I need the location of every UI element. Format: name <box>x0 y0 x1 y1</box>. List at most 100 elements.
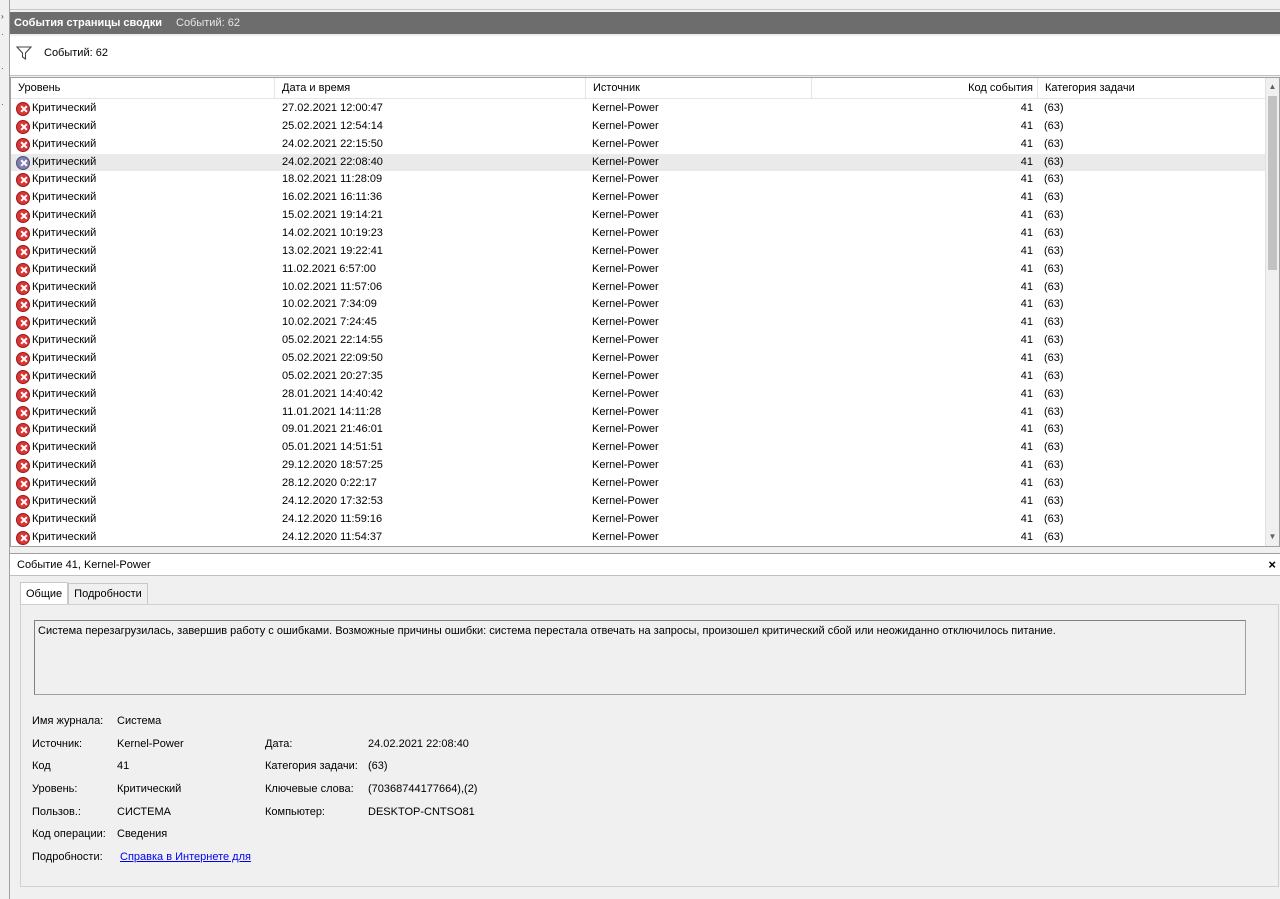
prop-opcode-value[interactable]: Сведения <box>117 828 167 840</box>
table-row[interactable]: Критический 16.02.2021 16:11:36 Kernel-Pow… <box>11 189 1267 207</box>
table-row[interactable]: Критический 10.02.2021 7:24:45 Kernel-Powe… <box>11 314 1267 332</box>
row-category: (63) <box>1044 227 1064 240</box>
table-row[interactable]: Критический 29.12.2020 18:57:25 Kernel-Pow… <box>11 457 1267 475</box>
row-level-cell: Критический <box>16 529 96 546</box>
prop-log-value[interactable]: Система <box>117 715 161 727</box>
table-row[interactable]: Критический 18.02.2021 11:28:09 Kernel-Pow… <box>11 171 1267 189</box>
table-row[interactable]: Критический 10.02.2021 11:57:06 Kernel-Pow… <box>11 279 1267 297</box>
row-category: (63) <box>1044 387 1064 400</box>
row-level: Критический <box>32 280 97 293</box>
row-code: 41 <box>1020 155 1033 168</box>
tab-general[interactable]: Общие <box>20 582 69 604</box>
details-tabs: Общие Подробности <box>20 582 148 604</box>
table-row[interactable]: Критический 05.02.2021 22:09:50 Kernel-Pow… <box>11 350 1267 368</box>
table-row[interactable]: Критический 25.02.2021 12:54:14 Kernel-Pow… <box>11 118 1267 136</box>
row-level-cell: Критический <box>16 439 96 457</box>
column-header-source[interactable]: Источник <box>586 78 812 99</box>
column-header-level[interactable]: Уровень <box>11 78 275 99</box>
table-row[interactable]: Критический 11.01.2021 14:11:28 Kernel-Pow… <box>11 404 1267 422</box>
row-level: Критический <box>32 119 97 132</box>
row-level: Критический <box>32 298 97 311</box>
prop-code-label: Код <box>32 760 51 773</box>
column-header-category[interactable]: Категория задачи <box>1038 78 1267 99</box>
row-category: (63) <box>1044 477 1064 490</box>
scroll-down-arrow-icon[interactable]: ▼ <box>1266 530 1279 544</box>
tab-details[interactable]: Подробности <box>68 583 148 604</box>
row-level: Критический <box>32 191 97 204</box>
row-source: Kernel-Power <box>592 477 659 490</box>
prop-code-value[interactable]: 41 <box>117 760 129 772</box>
row-source: Kernel-Power <box>592 530 659 543</box>
prop-source-value[interactable]: Kernel-Power <box>117 738 184 750</box>
table-row[interactable]: Критический 27.02.2021 12:00:47 Kernel-Pow… <box>11 100 1267 118</box>
row-level: Критический <box>32 441 97 454</box>
table-row[interactable]: Критический 05.01.2021 14:51:51 Kernel-Pow… <box>11 439 1267 457</box>
prop-category-value[interactable]: (63) <box>368 760 388 772</box>
row-date: 18.02.2021 11:28:09 <box>282 173 383 186</box>
table-row[interactable]: Критический 05.02.2021 22:14:55 Kernel-Pow… <box>11 332 1267 350</box>
prop-row: Пользов.: СИСТЕМА Компьютер: DESKTOP-CNT… <box>32 802 932 825</box>
row-date: 27.02.2021 12:00:47 <box>282 102 383 114</box>
critical-error-icon <box>16 512 30 527</box>
table-row[interactable]: Критический 24.12.2020 17:32:53 Kernel-Pow… <box>11 493 1267 511</box>
row-category: (63) <box>1044 423 1064 436</box>
table-row[interactable]: Критический 09.01.2021 21:46:01 Kernel-Pow… <box>11 421 1267 439</box>
summary-title-bar: События страницы сводки Событий: 62 <box>10 12 1280 34</box>
row-date: 15.02.2021 19:14:21 <box>282 209 383 222</box>
page-title: События страницы сводки <box>14 17 162 29</box>
scroll-thumb[interactable] <box>1268 96 1277 270</box>
row-level-cell: Критический <box>16 350 96 368</box>
row-level-cell: Критический <box>16 332 96 350</box>
table-row[interactable]: Критический 24.02.2021 22:15:50 Kernel-Pow… <box>11 136 1267 154</box>
column-header-date[interactable]: Дата и время <box>275 78 586 99</box>
row-code: 41 <box>1020 191 1033 204</box>
table-row[interactable]: Критический 15.02.2021 19:14:21 Kernel-Pow… <box>11 207 1267 225</box>
prop-row: Подробности: Справка в Интернете для <box>32 847 932 870</box>
row-source: Kernel-Power <box>592 119 659 132</box>
row-category: (63) <box>1044 119 1064 132</box>
table-row[interactable]: Критический 28.12.2020 0:22:17 Kernel-Powe… <box>11 475 1267 493</box>
table-row[interactable]: Критический 24.12.2020 11:59:16 Kernel-Pow… <box>11 511 1267 529</box>
column-header-code[interactable]: Код события <box>812 78 1038 99</box>
grid-vertical-scrollbar[interactable]: ▲ ▼ <box>1265 78 1279 546</box>
row-level: Критический <box>32 155 97 168</box>
prop-computer-value[interactable]: DESKTOP-CNTSO81 <box>368 806 475 818</box>
table-row[interactable]: Критический 13.02.2021 19:22:41 Kernel-Pow… <box>11 243 1267 261</box>
table-row[interactable]: Критический 05.02.2021 20:27:35 Kernel-Pow… <box>11 368 1267 386</box>
prop-keywords-value[interactable]: (70368744177664),(2) <box>368 783 477 795</box>
close-icon[interactable]: × <box>1268 557 1276 572</box>
online-help-link[interactable]: Справка в Интернете для <box>120 851 251 863</box>
row-date: 09.01.2021 21:46:01 <box>282 423 383 436</box>
row-category: (63) <box>1044 298 1064 311</box>
row-date: 24.02.2021 22:15:50 <box>282 137 383 150</box>
table-row[interactable]: Критический 24.12.2020 11:54:37 Kernel-Pow… <box>11 529 1267 546</box>
row-source: Kernel-Power <box>592 316 659 329</box>
prop-more-label: Подробности: <box>32 851 103 864</box>
critical-error-icon <box>16 262 30 277</box>
table-row[interactable]: Критический 28.01.2021 14:40:42 Kernel-Pow… <box>11 386 1267 404</box>
row-code: 41 <box>1020 119 1033 132</box>
prop-level-value[interactable]: Критический <box>117 783 181 795</box>
prop-row: Код 41 Категория задачи: (63) <box>32 756 932 779</box>
events-grid[interactable]: Уровень Дата и время Источник Код событи… <box>10 77 1280 547</box>
event-description[interactable]: Система перезагрузилась, завершив работу… <box>34 620 1246 695</box>
table-row[interactable]: Критический 10.02.2021 7:34:09 Kernel-Powe… <box>11 296 1267 314</box>
row-category: (63) <box>1044 137 1064 150</box>
row-category: (63) <box>1044 352 1064 365</box>
row-level: Критический <box>32 102 97 114</box>
table-row[interactable]: Критический 24.02.2021 22:08:40 Kernel-Pow… <box>11 153 1267 172</box>
row-date: 24.12.2020 17:32:53 <box>282 494 383 507</box>
prop-user-value[interactable]: СИСТЕМА <box>117 806 171 818</box>
filter-funnel-icon[interactable] <box>16 45 32 60</box>
critical-error-icon <box>16 209 30 224</box>
prop-date-value[interactable]: 24.02.2021 22:08:40 <box>368 738 469 750</box>
row-category: (63) <box>1044 530 1064 543</box>
row-level-cell: Критический <box>16 171 96 189</box>
critical-error-icon <box>16 226 30 241</box>
table-row[interactable]: Критический 14.02.2021 10:19:23 Kernel-Pow… <box>11 225 1267 243</box>
prop-computer-label: Компьютер: <box>265 805 325 818</box>
row-source: Kernel-Power <box>592 369 659 382</box>
critical-error-icon <box>16 101 30 116</box>
table-row[interactable]: Критический 11.02.2021 6:57:00 Kernel-Powe… <box>11 261 1267 279</box>
scroll-up-arrow-icon[interactable]: ▲ <box>1266 80 1279 94</box>
